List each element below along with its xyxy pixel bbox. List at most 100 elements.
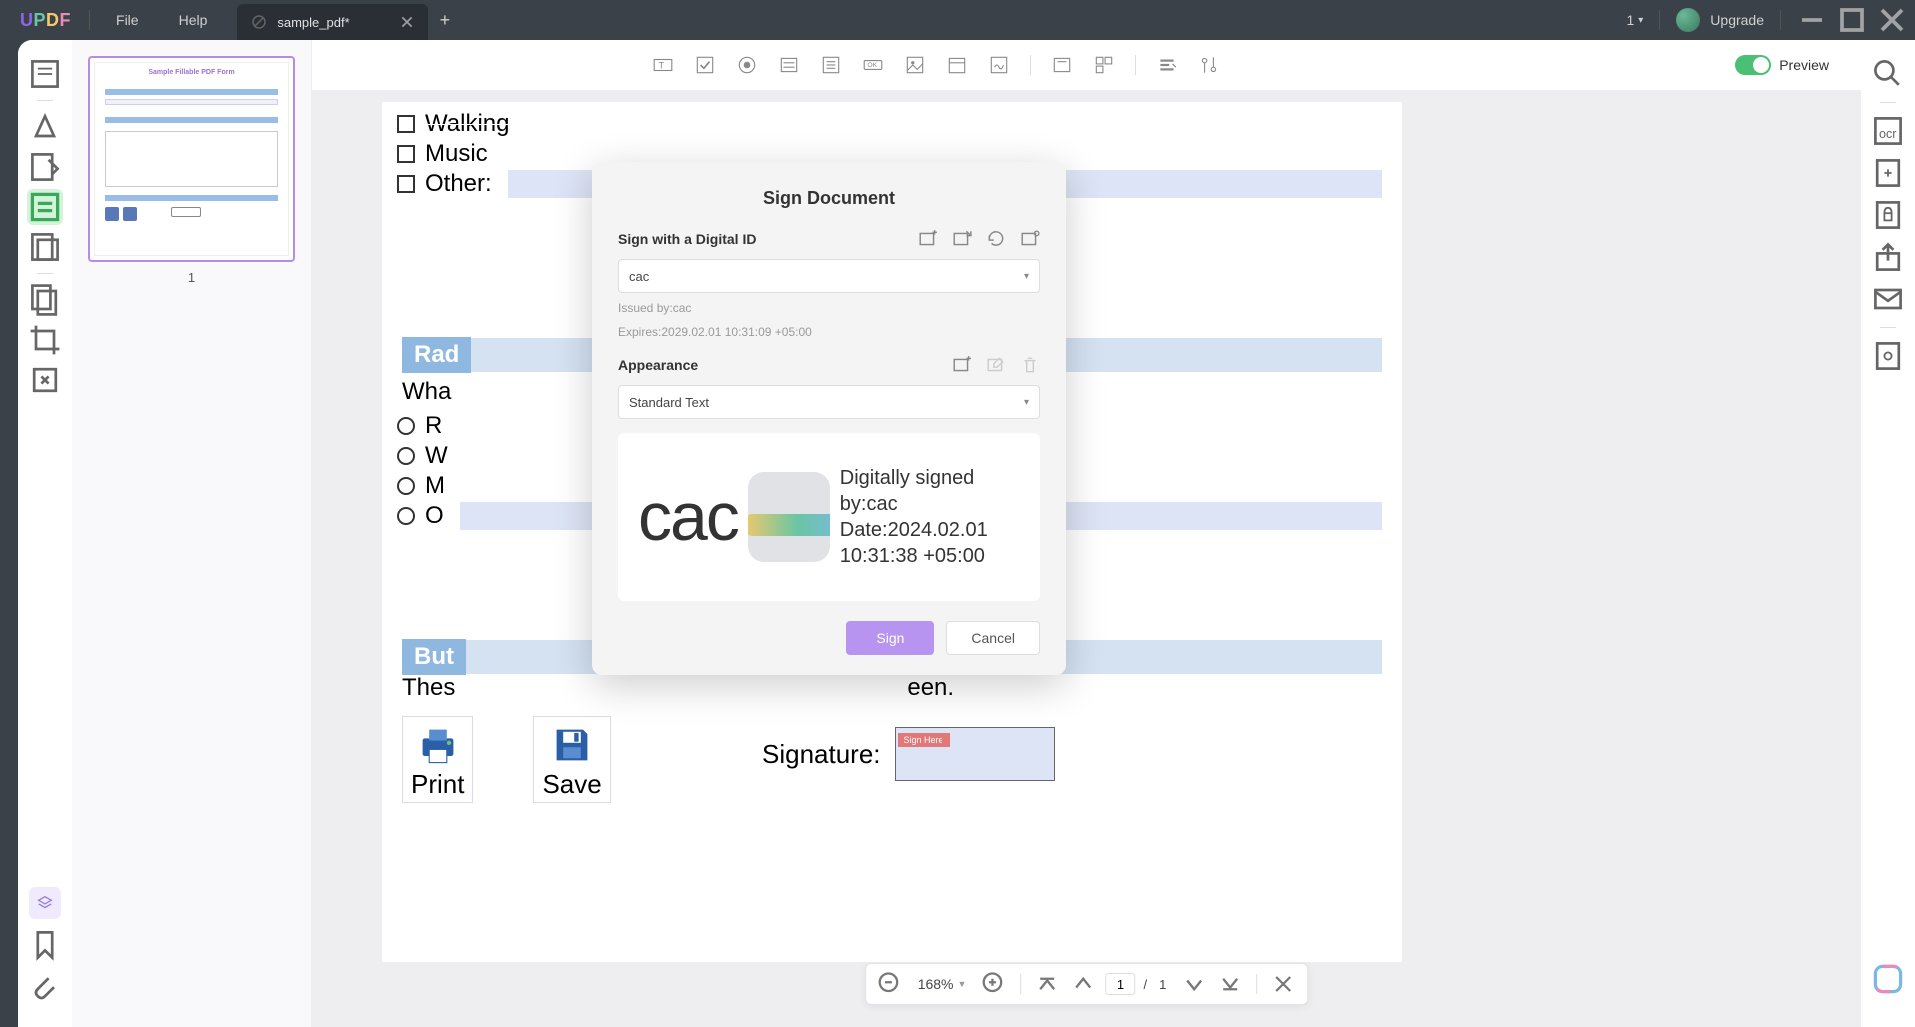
compress-tool[interactable] — [27, 362, 63, 398]
dropdown-icon[interactable] — [778, 54, 800, 76]
page-total: 1 — [1155, 977, 1172, 992]
document-tab[interactable]: sample_pdf* — [237, 4, 427, 40]
page-sep: / — [1143, 977, 1147, 992]
id-issued-info: Issued by:cac — [618, 299, 1040, 317]
checkbox[interactable] — [397, 115, 415, 133]
manage-id-icon[interactable] — [1020, 229, 1040, 249]
import-id-icon[interactable] — [952, 229, 972, 249]
attachment-tool[interactable] — [27, 971, 63, 1007]
upgrade-button[interactable]: Upgrade — [1710, 12, 1764, 28]
maximize-button[interactable] — [1837, 5, 1867, 35]
minimize-button[interactable] — [1797, 5, 1827, 35]
zoom-level[interactable]: 168%▼ — [912, 976, 973, 992]
sign-button[interactable]: Sign — [846, 621, 934, 655]
menu-file[interactable]: File — [96, 12, 159, 28]
edit-tool[interactable] — [27, 149, 63, 185]
image-field-icon[interactable] — [904, 54, 926, 76]
digital-id-select[interactable]: cac — [618, 259, 1040, 293]
print-button[interactable]: Print — [402, 716, 473, 803]
refresh-id-icon[interactable] — [986, 229, 1006, 249]
checkbox[interactable] — [397, 175, 415, 193]
page-navigation: 168%▼ / 1 — [865, 963, 1309, 1005]
cancel-button[interactable]: Cancel — [946, 621, 1040, 655]
checkbox[interactable] — [397, 145, 415, 163]
separator — [1780, 10, 1781, 30]
user-avatar[interactable] — [1676, 8, 1700, 32]
tools-icon[interactable] — [1198, 54, 1220, 76]
titlebar: UPDF File Help sample_pdf* + 1▾ Upgrade — [0, 0, 1915, 40]
menu-help[interactable]: Help — [159, 12, 228, 28]
close-tab-icon[interactable] — [400, 15, 414, 29]
zoom-out-icon[interactable] — [876, 970, 904, 998]
ocr-icon[interactable]: ocr — [1870, 113, 1906, 149]
prev-page-icon[interactable] — [1069, 970, 1097, 998]
button-section-header: But — [402, 639, 466, 675]
text-field-icon[interactable]: T — [652, 54, 674, 76]
align-icon[interactable] — [1093, 54, 1115, 76]
radio[interactable] — [397, 417, 415, 435]
date-field-icon[interactable] — [946, 54, 968, 76]
radio[interactable] — [397, 447, 415, 465]
separator — [1659, 10, 1660, 30]
organize-tool[interactable] — [27, 229, 63, 265]
right-sidebar: ocr — [1861, 40, 1915, 1027]
svg-text:T: T — [659, 60, 665, 70]
convert-icon[interactable] — [1870, 155, 1906, 191]
radio[interactable] — [397, 477, 415, 495]
checkbox-icon[interactable] — [694, 54, 716, 76]
thumbnail-panel: Sample Fillable PDF Form 1 — [72, 40, 312, 1027]
reader-tool[interactable] — [27, 56, 63, 92]
save-button[interactable]: Save — [533, 716, 610, 803]
protect-icon[interactable] — [1870, 197, 1906, 233]
sign-document-dialog: Sign Document Sign with a Digital ID cac… — [592, 162, 1066, 675]
crop-tool[interactable] — [27, 322, 63, 358]
button-icon[interactable]: OK — [862, 54, 884, 76]
email-icon[interactable] — [1870, 281, 1906, 317]
form-toolbar: T OK Preview — [312, 40, 1861, 90]
new-tab-button[interactable]: + — [428, 10, 463, 31]
page-thumbnail[interactable]: Sample Fillable PDF Form — [88, 56, 295, 262]
close-window-button[interactable] — [1877, 5, 1907, 35]
tab-doc-icon — [251, 14, 267, 30]
left-sidebar — [18, 40, 72, 1027]
bookmark-tool[interactable] — [27, 927, 63, 963]
delete-appearance-icon — [1020, 355, 1040, 375]
window-count[interactable]: 1▾ — [1626, 12, 1643, 28]
barcode-icon[interactable] — [1051, 54, 1073, 76]
floppy-icon — [550, 723, 594, 767]
form-tool[interactable] — [27, 189, 63, 225]
signature-field-icon[interactable] — [988, 54, 1010, 76]
close-nav-icon[interactable] — [1269, 970, 1297, 998]
preview-toggle[interactable] — [1735, 55, 1771, 75]
svg-text:ocr: ocr — [1879, 127, 1897, 141]
signature-label: Signature: — [762, 739, 881, 770]
appearance-select[interactable]: Standard Text — [618, 385, 1040, 419]
radio-icon[interactable] — [736, 54, 758, 76]
pages-tool[interactable] — [27, 282, 63, 318]
next-page-icon[interactable] — [1180, 970, 1208, 998]
app-logo: UPDF — [8, 10, 83, 31]
listbox-icon[interactable] — [820, 54, 842, 76]
appearance-label: Appearance — [618, 357, 952, 373]
search-icon[interactable] — [1870, 56, 1906, 92]
last-page-icon[interactable] — [1216, 970, 1244, 998]
digital-id-label: Sign with a Digital ID — [618, 231, 918, 247]
share-icon[interactable] — [1870, 239, 1906, 275]
highlight-tool[interactable] — [27, 109, 63, 145]
add-appearance-icon[interactable] — [952, 355, 972, 375]
tab-title: sample_pdf* — [277, 15, 349, 30]
signature-field[interactable]: Sign Here — [895, 727, 1055, 781]
layers-tool[interactable] — [29, 887, 61, 919]
first-page-icon[interactable] — [1033, 970, 1061, 998]
print-icon[interactable] — [1870, 338, 1906, 374]
signature-details: Digitally signed by:cac Date:2024.02.01 … — [840, 465, 1020, 569]
stamp-icon — [748, 472, 830, 562]
page-input[interactable] — [1105, 973, 1135, 995]
distribute-icon[interactable] — [1156, 54, 1178, 76]
printer-icon — [416, 723, 460, 767]
ai-icon[interactable] — [1870, 961, 1906, 997]
content-area: T OK Preview — [312, 40, 1861, 1027]
add-id-icon[interactable] — [918, 229, 938, 249]
zoom-in-icon[interactable] — [980, 970, 1008, 998]
radio[interactable] — [397, 507, 415, 525]
